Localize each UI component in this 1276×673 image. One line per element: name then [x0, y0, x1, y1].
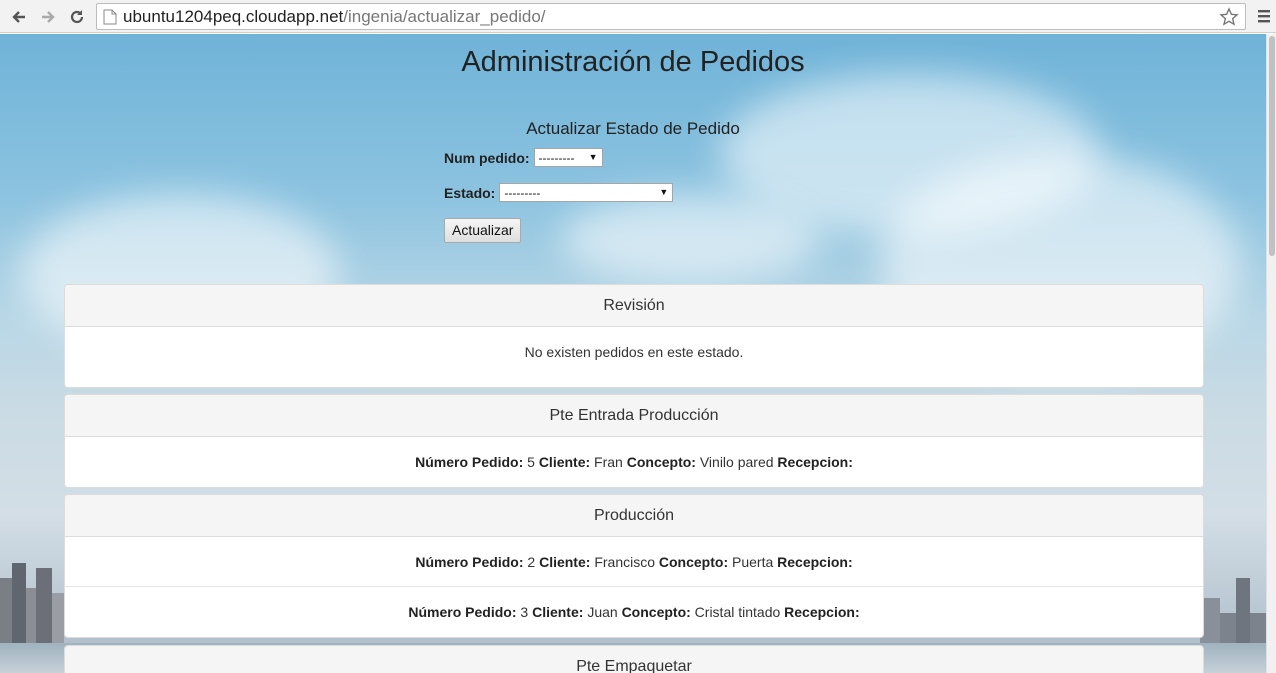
page-title: Administración de Pedidos: [461, 46, 805, 78]
order-concepto: Cristal tintado: [694, 604, 781, 620]
recepcion-label: Recepcion:: [777, 454, 853, 470]
menu-icon[interactable]: [1256, 8, 1272, 24]
url-text: ubuntu1204peq.cloudapp.net/ingenia/actua…: [123, 7, 546, 26]
numero-label: Número Pedido:: [415, 454, 524, 470]
dropdown-arrow-icon: ▼: [588, 152, 598, 162]
estado-select[interactable]: --------- ▼: [499, 183, 674, 202]
address-bar[interactable]: ubuntu1204peq.cloudapp.net/ingenia/actua…: [96, 3, 1246, 30]
panel-heading: Producción: [65, 495, 1203, 537]
empty-message: No existen pedidos en este estado.: [524, 344, 744, 360]
page-icon: [103, 9, 117, 25]
order-cliente: Francisco: [594, 554, 655, 570]
num-pedido-select[interactable]: --------- ▼: [533, 148, 603, 167]
panel-heading: Revisión: [65, 285, 1203, 327]
panel-produccion: Producción Número Pedido: 2 Cliente: Fra…: [64, 494, 1204, 638]
form-title: Actualizar Estado de Pedido: [526, 119, 740, 138]
panel-heading: Pte Entrada Producción: [65, 395, 1203, 437]
numero-label: Número Pedido:: [415, 554, 524, 570]
back-icon[interactable]: [8, 6, 30, 28]
concepto-label: Concepto:: [626, 454, 696, 470]
numero-label: Número Pedido:: [408, 604, 517, 620]
actualizar-button[interactable]: Actualizar: [444, 218, 522, 243]
cliente-label: Cliente:: [539, 554, 591, 570]
order-cliente: Juan: [587, 604, 618, 620]
panel-heading: Pte Empaquetar: [65, 646, 1203, 673]
browser-toolbar: ubuntu1204peq.cloudapp.net/ingenia/actua…: [0, 0, 1276, 33]
order-numero: 5: [527, 454, 535, 470]
order-concepto: Vinilo pared: [699, 454, 774, 470]
cliente-label: Cliente:: [532, 604, 584, 620]
concepto-label: Concepto:: [621, 604, 691, 620]
num-pedido-label: Num pedido:: [444, 149, 530, 166]
reload-icon[interactable]: [66, 6, 88, 28]
recepcion-label: Recepcion:: [777, 554, 853, 570]
cliente-label: Cliente:: [538, 454, 591, 470]
order-numero: 3: [520, 604, 529, 620]
order-cliente: Fran: [594, 454, 623, 470]
order-row: Número Pedido: 2 Cliente: Francisco Conc…: [65, 537, 1203, 587]
page-scrollbar[interactable]: [1266, 34, 1276, 673]
order-row: Número Pedido: 5 Cliente: Fran Concepto:…: [65, 437, 1203, 487]
dropdown-arrow-icon: ▼: [659, 187, 669, 197]
estado-label: Estado:: [444, 184, 496, 201]
panel-revision: Revisión No existen pedidos en este esta…: [64, 284, 1204, 388]
scrollbar-thumb[interactable]: [1269, 36, 1275, 256]
estado-row: Estado: --------- ▼: [444, 183, 674, 202]
panel-pte-entrada-produccion: Pte Entrada Producción Número Pedido: 5 …: [64, 394, 1204, 488]
num-pedido-value: ---------: [538, 151, 575, 165]
bookmark-star-icon[interactable]: [1219, 7, 1239, 27]
recepcion-label: Recepcion:: [784, 604, 860, 620]
order-concepto: Puerta: [732, 554, 774, 570]
num-pedido-row: Num pedido: --------- ▼: [444, 148, 603, 167]
order-row: Número Pedido: 3 Cliente: Juan Concepto:…: [65, 587, 1203, 637]
panel-pte-empaquetar: Pte Empaquetar: [64, 645, 1204, 673]
forward-icon[interactable]: [37, 6, 59, 28]
order-numero: 2: [527, 554, 536, 570]
estado-value: ---------: [504, 186, 541, 200]
concepto-label: Concepto:: [658, 554, 729, 570]
page-viewport: Administración de Pedidos Actualizar Est…: [0, 34, 1266, 673]
